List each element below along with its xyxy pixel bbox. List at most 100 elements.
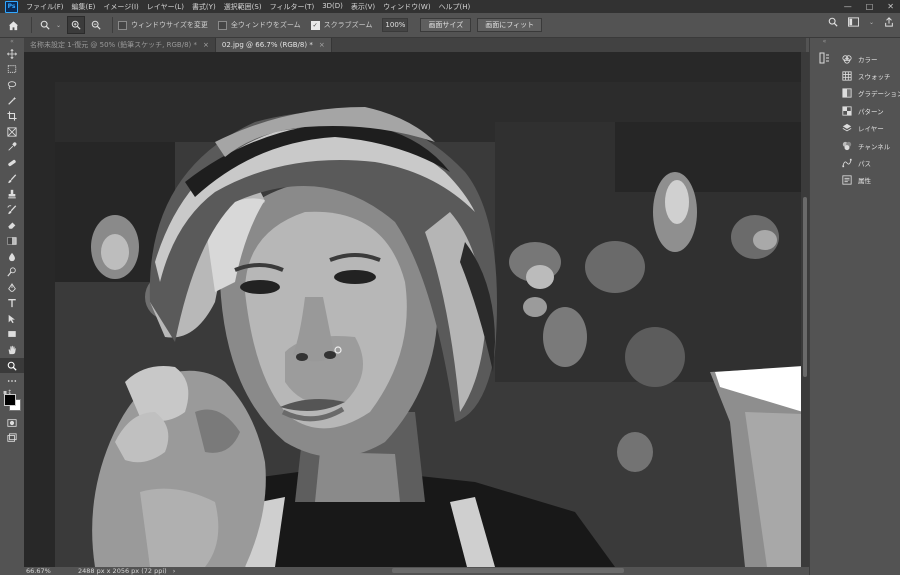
brush-tool-button[interactable] <box>0 171 24 187</box>
photoshop-logo[interactable]: Ps <box>5 0 18 13</box>
eyedropper-tool-icon <box>8 142 17 151</box>
clone-stamp-tool-button[interactable] <box>0 186 24 202</box>
blur-tool-button[interactable] <box>0 249 24 265</box>
scrubby-zoom-checkbox[interactable]: ✓ スクラブズーム <box>310 20 372 30</box>
panel-list-header <box>838 38 900 50</box>
status-zoom-level[interactable]: 66.67% <box>24 567 56 575</box>
menu-item[interactable]: フィルター(T) <box>266 2 319 12</box>
options-bar: ⌄ ウィンドウサイズを変更 全ウィンドウをズーム ✓ スクラブズーム 100% … <box>0 13 900 38</box>
crop-tool-button[interactable] <box>0 108 24 124</box>
search-icon[interactable] <box>828 17 838 27</box>
panel-label: グラデーション <box>858 90 900 99</box>
panel-gradients[interactable]: グラデーション <box>838 85 900 102</box>
zoom-out-icon <box>91 20 101 30</box>
menu-item[interactable]: 編集(E) <box>68 2 100 12</box>
close-tab-icon[interactable]: × <box>203 41 209 49</box>
fill-screen-button[interactable]: 画面にフィット <box>477 18 543 32</box>
healing-brush-tool-icon <box>8 159 16 167</box>
share-icon[interactable] <box>884 17 894 27</box>
screen-mode-button[interactable] <box>0 431 24 447</box>
chevron-right-icon[interactable]: › <box>173 567 176 575</box>
checkbox-box[interactable] <box>217 20 227 30</box>
menu-item[interactable]: ウィンドウ(W) <box>379 2 434 12</box>
eyedropper-tool-button[interactable] <box>0 140 24 156</box>
color-swatches[interactable]: ▪↕ <box>0 389 24 415</box>
fit-screen-button[interactable]: 画面サイズ <box>420 18 472 32</box>
menu-item[interactable]: 書式(Y) <box>188 2 220 12</box>
zoom-percentage-field[interactable]: 100% <box>382 18 409 32</box>
rectangle-tool-button[interactable] <box>0 327 24 343</box>
separator <box>112 17 114 33</box>
move-tool-icon <box>7 48 17 59</box>
zoom-all-windows-checkbox[interactable]: 全ウィンドウをズーム <box>217 20 301 30</box>
minimize-icon[interactable]: — <box>844 2 852 11</box>
zoom-tool-button[interactable] <box>0 357 24 374</box>
hand-tool-icon <box>8 345 16 355</box>
close-icon[interactable]: ✕ <box>887 2 894 11</box>
home-button[interactable] <box>0 13 26 37</box>
checkmark-icon[interactable]: ✓ <box>310 20 320 30</box>
menu-item[interactable]: 3D(D) <box>318 2 347 12</box>
vertical-scrollbar[interactable] <box>801 52 809 567</box>
menu-item[interactable]: ファイル(F) <box>22 2 68 12</box>
maximize-icon[interactable]: □ <box>866 2 874 11</box>
lasso-tool-button[interactable] <box>0 77 24 93</box>
brush-tool-icon <box>8 173 17 183</box>
dodge-tool-button[interactable] <box>0 264 24 280</box>
zoom-preset-button[interactable] <box>37 17 53 33</box>
expand-dock-icon[interactable]: « <box>810 38 839 46</box>
checkbox-box[interactable] <box>118 20 128 30</box>
path-selection-tool-button[interactable] <box>0 311 24 327</box>
eraser-tool-button[interactable] <box>0 218 24 234</box>
panel-swatches[interactable]: スウォッチ <box>838 67 900 84</box>
edit-toolbar-button[interactable] <box>0 373 24 389</box>
panel-patterns[interactable]: パターン <box>838 102 900 119</box>
panel-channels[interactable]: チャンネル <box>838 137 900 154</box>
menu-item[interactable]: レイヤー(L) <box>143 2 188 12</box>
lasso-tool-icon <box>7 81 17 90</box>
marquee-tool-button[interactable] <box>0 62 24 78</box>
quick-mask-icon <box>7 419 17 427</box>
document-tab[interactable]: 名称未設定 1-復元 @ 50% (鉛筆スケッチ, RGB/8) * × <box>24 38 216 52</box>
document-image[interactable] <box>55 82 803 567</box>
foreground-color-swatch[interactable] <box>4 394 16 407</box>
gradients-panel-icon <box>842 88 852 99</box>
type-tool-button[interactable] <box>0 296 24 312</box>
panel-label: カラー <box>858 55 878 64</box>
resize-windows-checkbox[interactable]: ウィンドウサイズを変更 <box>118 20 208 30</box>
move-tool-button[interactable] <box>0 46 24 62</box>
panel-color[interactable]: カラー <box>838 50 900 67</box>
zoom-tool-icon <box>7 361 17 371</box>
close-tab-icon[interactable]: × <box>319 41 325 49</box>
menu-item[interactable]: イメージ(I) <box>99 2 142 12</box>
type-tool-icon <box>8 299 16 308</box>
posterized-portrait-image <box>55 82 803 567</box>
clone-stamp-tool-icon <box>8 189 16 199</box>
panel-properties[interactable]: 属性 <box>838 172 900 189</box>
canvas-area[interactable] <box>24 52 806 567</box>
document-tab-label: 02.jpg @ 66.7% (RGB/8) * <box>221 41 313 49</box>
collapse-toolbar-icon[interactable]: « <box>0 38 24 46</box>
workspace-icon[interactable] <box>847 17 859 27</box>
menu-item[interactable]: ヘルプ(H) <box>435 2 475 12</box>
vertical-scroll-thumb[interactable] <box>803 197 807 377</box>
panel-layers[interactable]: レイヤー <box>838 120 900 137</box>
document-tab[interactable]: 02.jpg @ 66.7% (RGB/8) * × <box>215 38 332 52</box>
quick-select-tool-button[interactable] <box>0 93 24 109</box>
menu-item[interactable]: 表示(V) <box>347 2 379 12</box>
history-brush-tool-button[interactable] <box>0 202 24 218</box>
menu-item[interactable]: 選択範囲(S) <box>220 2 266 12</box>
zoom-out-button[interactable] <box>88 17 104 33</box>
healing-brush-tool-button[interactable] <box>0 155 24 171</box>
history-panel-button[interactable] <box>810 52 839 64</box>
pen-tool-button[interactable] <box>0 280 24 296</box>
hand-tool-button[interactable] <box>0 342 24 358</box>
panel-paths[interactable]: パス <box>838 154 900 171</box>
frame-tool-button[interactable] <box>0 124 24 140</box>
horizontal-scroll-thumb[interactable] <box>392 568 624 573</box>
chevron-down-icon[interactable]: ⌄ <box>56 22 61 29</box>
gradient-tool-button[interactable] <box>0 233 24 249</box>
zoom-in-button[interactable] <box>67 16 86 34</box>
quick-mask-button[interactable] <box>0 415 24 431</box>
chevron-down-icon[interactable]: ⌄ <box>869 19 874 26</box>
